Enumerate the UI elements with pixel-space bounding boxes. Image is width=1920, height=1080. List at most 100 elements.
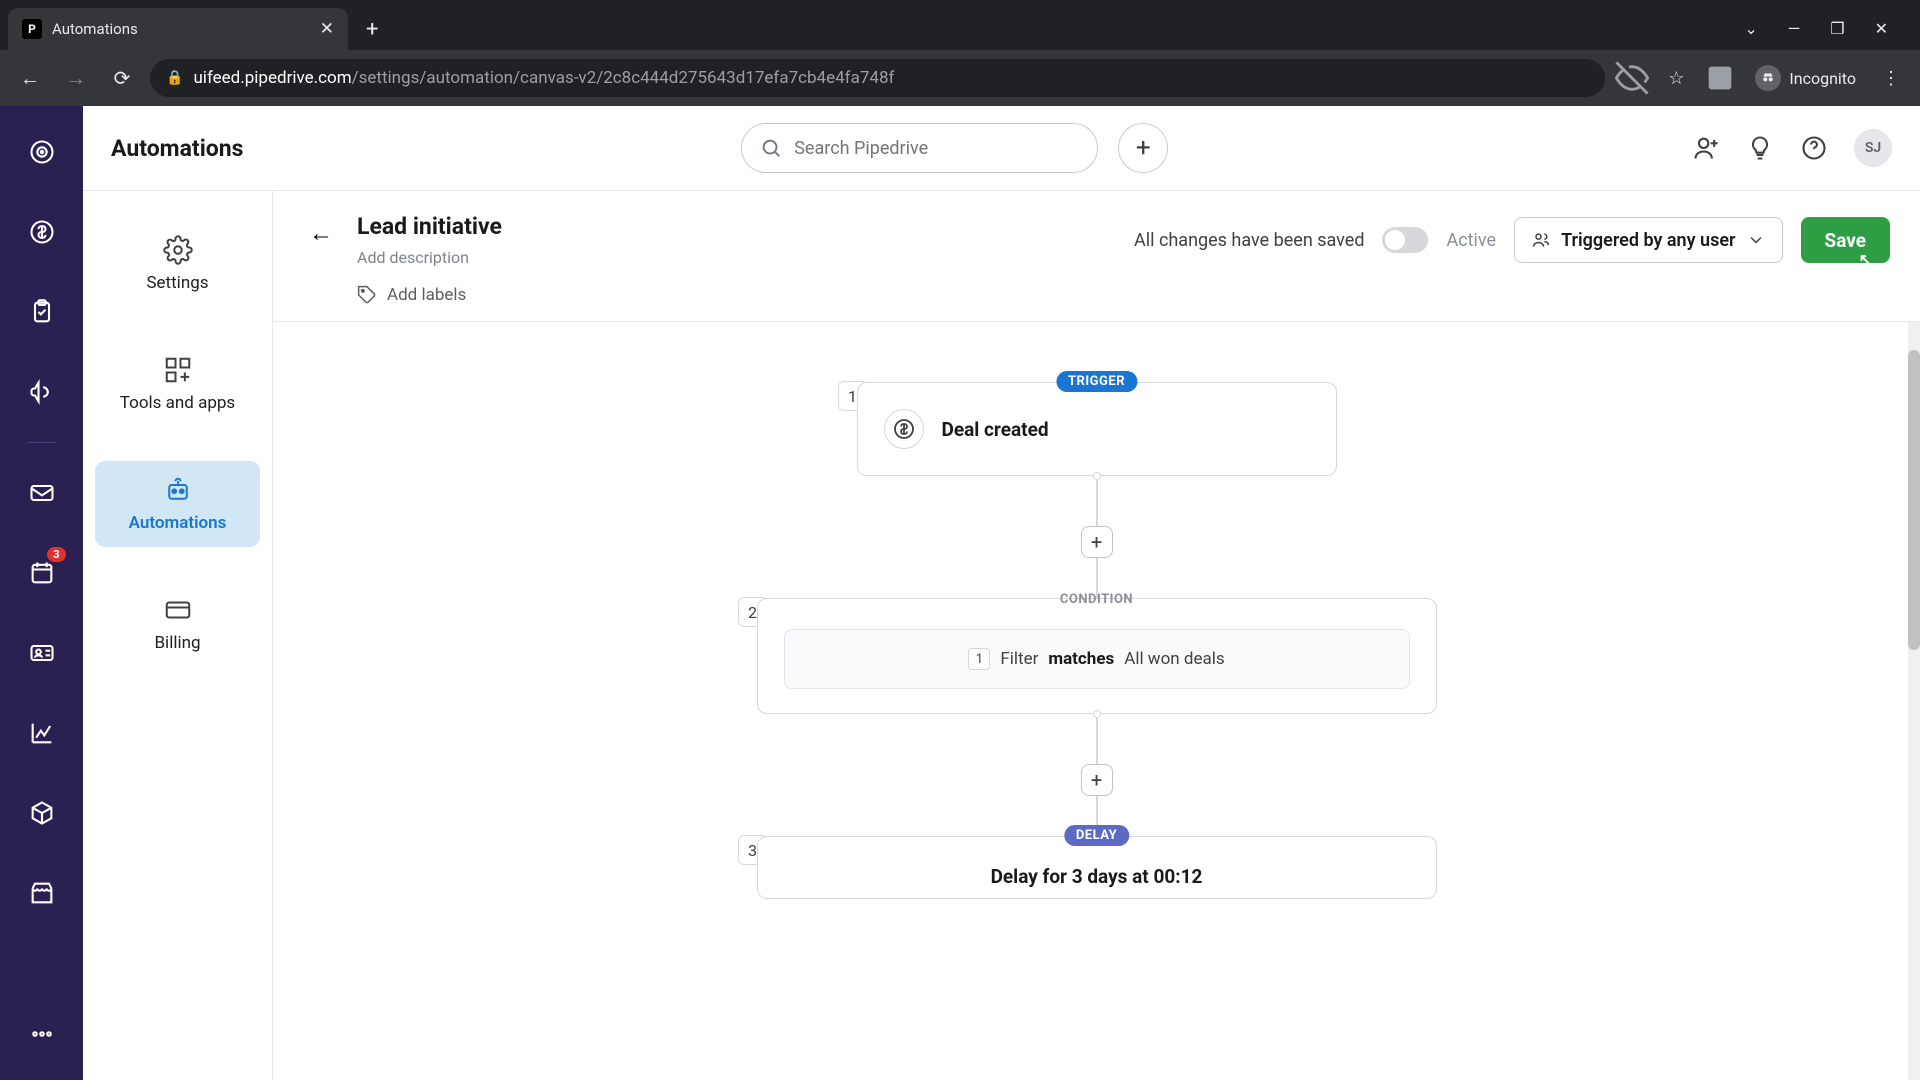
tab-bar: P Automations ✕ + ⌄ — ❐ ✕	[0, 0, 1920, 50]
search-icon	[760, 137, 782, 159]
contact-card-icon[interactable]	[26, 637, 58, 669]
box-icon[interactable]	[26, 797, 58, 829]
help-icon[interactable]	[1800, 134, 1828, 162]
maximize-icon[interactable]: ❐	[1830, 19, 1844, 38]
forward-button[interactable]: →	[58, 60, 94, 96]
tag-icon	[357, 285, 377, 305]
address-bar: ← → ⟳ 🔒 uifeed.pipedrive.com/settings/au…	[0, 50, 1920, 106]
search-box[interactable]	[741, 123, 1098, 173]
tools-icon	[163, 355, 193, 385]
search-input[interactable]	[794, 138, 1079, 159]
browser-chrome: P Automations ✕ + ⌄ — ❐ ✕ ← → ⟳ 🔒 uifeed…	[0, 0, 1920, 106]
add-labels-text: Add labels	[387, 285, 466, 305]
sidebar-item-label: Automations	[129, 513, 227, 533]
page-title: Automations	[111, 135, 243, 162]
main-body: Settings Tools and apps Automations	[83, 191, 1920, 1080]
trigger-tag: TRIGGER	[1056, 371, 1137, 392]
eye-off-icon[interactable]	[1615, 61, 1649, 95]
credit-card-icon	[163, 595, 193, 625]
condition-tag: CONDITION	[1048, 589, 1145, 610]
add-user-icon[interactable]	[1692, 134, 1720, 162]
calendar-icon[interactable]: 3	[26, 557, 58, 589]
trigger-user-dropdown[interactable]: Triggered by any user	[1514, 217, 1782, 263]
save-button[interactable]: Save ↖	[1801, 217, 1891, 263]
active-toggle[interactable]	[1382, 227, 1428, 253]
filter-label: Filter	[1000, 649, 1038, 669]
add-labels-button[interactable]: Add labels	[357, 285, 1116, 305]
url-bar[interactable]: 🔒 uifeed.pipedrive.com/settings/automati…	[150, 59, 1605, 97]
sidebar-item-tools[interactable]: Tools and apps	[95, 341, 260, 427]
automation-title[interactable]: Lead initiative	[357, 213, 1116, 240]
app-bar: Automations + SJ	[83, 106, 1920, 191]
tab-title: Automations	[52, 20, 310, 38]
megaphone-icon[interactable]	[26, 376, 58, 408]
star-icon[interactable]: ☆	[1659, 61, 1693, 95]
lock-icon: 🔒	[166, 70, 183, 86]
avatar[interactable]: SJ	[1854, 129, 1892, 167]
close-icon[interactable]: ✕	[320, 19, 334, 39]
mail-icon[interactable]	[26, 477, 58, 509]
badge-count: 3	[47, 547, 65, 562]
sidebar-item-label: Tools and apps	[120, 393, 235, 413]
store-icon[interactable]	[26, 877, 58, 909]
back-button[interactable]: ←	[303, 215, 339, 251]
close-window-icon[interactable]: ✕	[1875, 19, 1888, 38]
canvas: 1 TRIGGER Deal created	[747, 322, 1447, 1080]
sidebar-item-settings[interactable]: Settings	[95, 221, 260, 307]
filter-value: All won deals	[1124, 649, 1224, 669]
favicon-icon: P	[22, 19, 42, 39]
extensions-icon[interactable]	[1703, 61, 1737, 95]
browser-tab[interactable]: P Automations ✕	[8, 8, 348, 50]
target-icon[interactable]	[26, 136, 58, 168]
trigger-title: Deal created	[942, 418, 1049, 441]
rail-separator	[27, 442, 57, 443]
url-text: uifeed.pipedrive.com/settings/automation…	[193, 68, 894, 88]
matches-label: matches	[1048, 649, 1114, 669]
connector	[1096, 476, 1098, 526]
scrollbar-track[interactable]	[1908, 322, 1920, 1080]
app: 3 Automations +	[0, 106, 1920, 1080]
sidebar-item-label: Settings	[146, 273, 208, 293]
plus-button[interactable]: +	[1118, 123, 1168, 173]
reload-button[interactable]: ⟳	[104, 60, 140, 96]
editor-title-column: Lead initiative Add description Add labe…	[357, 213, 1116, 305]
new-tab-button[interactable]: +	[366, 17, 378, 42]
menu-icon[interactable]: ⋮	[1874, 61, 1908, 95]
add-step-button[interactable]: +	[1081, 526, 1113, 558]
add-step-button[interactable]: +	[1081, 764, 1113, 796]
delay-tag: DELAY	[1064, 825, 1129, 846]
editor-header: ← Lead initiative Add description Add la…	[273, 191, 1920, 321]
condition-inner: 1 Filter matches All won deals	[784, 629, 1410, 689]
lightbulb-icon[interactable]	[1746, 134, 1774, 162]
dropdown-label: Triggered by any user	[1561, 230, 1735, 251]
editor-area: ← Lead initiative Add description Add la…	[273, 191, 1920, 1080]
sidebar-item-billing[interactable]: Billing	[95, 581, 260, 667]
canvas-wrap: 1 TRIGGER Deal created	[273, 321, 1920, 1080]
trigger-node[interactable]: TRIGGER Deal created	[857, 382, 1337, 476]
gear-icon	[163, 235, 193, 265]
filter-number: 1	[968, 648, 990, 670]
tab-search-icon[interactable]: ⌄	[1744, 19, 1757, 38]
more-icon[interactable]	[26, 1018, 58, 1050]
incognito-badge[interactable]: Incognito	[1747, 65, 1864, 91]
sidebar-item-automations[interactable]: Automations	[95, 461, 260, 547]
active-label: Active	[1446, 230, 1496, 251]
dollar-circle-icon	[884, 409, 924, 449]
back-button[interactable]: ←	[12, 60, 48, 96]
incognito-icon	[1755, 65, 1781, 91]
scrollbar-thumb[interactable]	[1908, 350, 1920, 650]
cursor-icon: ↖	[1859, 250, 1872, 269]
chart-icon[interactable]	[26, 717, 58, 749]
incognito-label: Incognito	[1789, 69, 1856, 88]
clipboard-icon[interactable]	[26, 296, 58, 328]
settings-sidebar: Settings Tools and apps Automations	[83, 191, 273, 1080]
saved-status: All changes have been saved	[1134, 230, 1364, 251]
top-actions: SJ	[1692, 129, 1892, 167]
dollar-icon[interactable]	[26, 216, 58, 248]
delay-node[interactable]: DELAY Delay for 3 days at 00:12	[757, 836, 1437, 899]
icon-rail: 3	[0, 106, 83, 1080]
minimize-icon[interactable]: —	[1788, 19, 1801, 38]
add-description-button[interactable]: Add description	[357, 248, 1116, 267]
robot-icon	[163, 475, 193, 505]
condition-node[interactable]: CONDITION 1 Filter matches All won deals	[757, 598, 1437, 714]
